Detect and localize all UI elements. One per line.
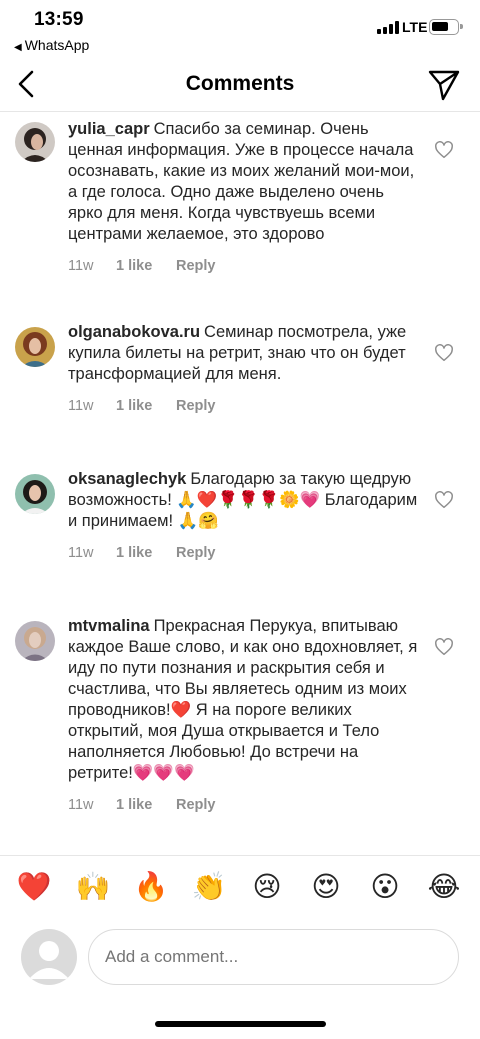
page-title: Comments [185,72,295,95]
comment-item: mtvmalina Прекрасная Перукуа, впитываю ка… [0,616,480,813]
paper-plane-icon [428,70,460,101]
comment-likes[interactable]: 1 like [116,398,176,414]
network-type: LTE [402,19,428,35]
comment-input[interactable] [88,929,459,985]
comment-item: yulia_capr Спасибо за семинар. Очень ценн… [0,119,480,274]
avatar[interactable] [15,474,55,514]
heart-icon[interactable] [434,141,454,159]
comment-item: oksanaglechyk Благодарю за такую щедрую в… [0,469,480,561]
tears-of-joy-emoji[interactable]: 😂 [425,868,463,906]
comment-timestamp: 11w [68,545,94,561]
red-heart-emoji[interactable]: ❤️ [15,868,53,906]
comment-text: olganabokova.ru Семинар посмотрела, уже к… [68,322,418,385]
battery-icon [429,19,463,35]
reply-button[interactable]: Reply [176,797,216,813]
comment-text: oksanaglechyk Благодарю за такую щедрую в… [68,469,418,532]
home-indicator [155,1021,326,1027]
clapping-hands-emoji[interactable]: 👏 [190,868,228,906]
comment-body: Спасибо за семинар. Очень ценная информа… [68,120,415,243]
avatar[interactable] [15,621,55,661]
surprised-face-emoji[interactable]: 😮 [366,868,404,906]
comment-username[interactable]: mtvmalina [68,617,150,635]
back-to-app-link[interactable]: ◀ WhatsApp [14,37,89,53]
comment-text: mtvmalina Прекрасная Перукуа, впитываю ка… [68,616,418,784]
comment-timestamp: 11w [68,797,94,813]
status-time: 13:59 [34,9,84,30]
comment-likes[interactable]: 1 like [116,797,176,813]
heart-icon[interactable] [434,491,454,509]
reply-button[interactable]: Reply [176,398,216,414]
comment-timestamp: 11w [68,258,94,274]
cellular-signal-icon [377,21,399,34]
comment-meta: 11w 1 like Reply [68,258,418,274]
comment-likes[interactable]: 1 like [116,258,176,274]
crying-face-emoji[interactable]: 😢 [248,868,286,906]
comment-username[interactable]: oksanaglechyk [68,470,186,488]
avatar[interactable] [15,122,55,162]
heart-icon[interactable] [434,638,454,656]
comment-meta: 11w 1 like Reply [68,797,418,813]
heart-eyes-emoji[interactable]: 😍 [307,868,345,906]
comment-meta: 11w 1 like Reply [68,398,418,414]
reply-button[interactable]: Reply [176,545,216,561]
reply-button[interactable]: Reply [176,258,216,274]
back-triangle-icon: ◀ [14,42,22,53]
heart-icon[interactable] [434,344,454,362]
default-user-icon [29,941,69,979]
comment-likes[interactable]: 1 like [116,545,176,561]
header: Comments [0,58,480,112]
fire-emoji[interactable]: 🔥 [132,868,170,906]
raised-hands-emoji[interactable]: 🙌 [74,868,112,906]
avatar[interactable] [15,327,55,367]
comment-text: yulia_capr Спасибо за семинар. Очень ценн… [68,119,418,245]
share-button[interactable] [426,68,462,102]
comment-username[interactable]: yulia_capr [68,120,150,138]
comment-item: olganabokova.ru Семинар посмотрела, уже к… [0,322,480,414]
comment-body: Прекрасная Перукуа, впитываю каждое Ваше… [68,617,418,782]
comment-timestamp: 11w [68,398,94,414]
comment-meta: 11w 1 like Reply [68,545,418,561]
own-avatar [21,929,77,985]
comment-username[interactable]: olganabokova.ru [68,323,200,341]
back-app-label: WhatsApp [24,37,90,53]
status-bar: 13:59 ◀ WhatsApp LTE [0,0,480,58]
quick-reactions-bar: ❤️ 🙌 🔥 👏 😢 😍 😮 😂 [0,855,480,923]
